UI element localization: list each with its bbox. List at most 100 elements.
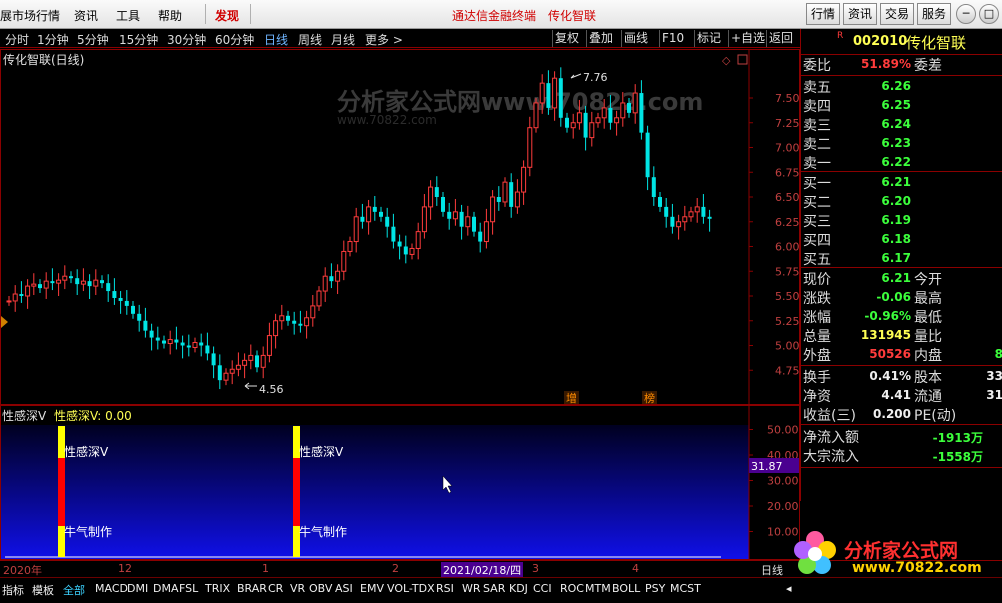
tab-asi[interactable]: ASI: [335, 582, 353, 595]
stat2-right-value: 31: [986, 388, 1002, 402]
candle-down: [701, 206, 706, 217]
back-button[interactable]: 返回: [766, 30, 795, 47]
tab-trix[interactable]: TRIX: [205, 582, 230, 595]
maximize-button[interactable]: □: [979, 4, 999, 24]
marker-bang[interactable]: 榜: [644, 391, 655, 404]
candlestick-chart[interactable]: 分析家公式网www.70822.com www.70822.com 传化智联(日…: [0, 49, 800, 405]
menu-tools[interactable]: 工具: [116, 7, 140, 24]
mark-button[interactable]: 标记: [694, 30, 723, 47]
price-tick-label: 7.50: [775, 92, 799, 105]
period-fenshi[interactable]: 分时: [5, 31, 29, 48]
minimize-button[interactable]: ─: [956, 4, 976, 24]
period-15min[interactable]: 15分钟: [119, 31, 158, 48]
tab-cr[interactable]: CR: [268, 582, 283, 595]
flow-row: 净流入额 -1913万: [801, 427, 1002, 446]
top-button-trade[interactable]: 交易: [880, 3, 915, 25]
add-watchlist-button[interactable]: +自选: [728, 30, 767, 47]
candle-down: [112, 291, 117, 298]
sell-level-price: 6.22: [881, 155, 911, 169]
tab-emv[interactable]: EMV: [360, 582, 384, 595]
candle-up: [409, 247, 415, 255]
candle-down: [118, 297, 123, 301]
period-5min[interactable]: 5分钟: [77, 31, 109, 48]
period-monthly[interactable]: 月线: [331, 31, 355, 48]
tab-all[interactable]: 全部: [63, 582, 85, 598]
indicator-panel[interactable]: 性感深V 性感深V: 0.00 性感深V 牛气制作 性感深V 牛气制作 50.00 40…: [0, 405, 800, 560]
candle-up: [192, 342, 198, 348]
candle-down: [360, 216, 365, 222]
period-1min[interactable]: 1分钟: [37, 31, 69, 48]
tab-fsl[interactable]: FSL: [179, 582, 198, 595]
price-tick-label: 7.00: [775, 142, 799, 155]
tab-kdj[interactable]: KDJ: [509, 582, 528, 595]
stock-header: R 002010 传化智联: [801, 31, 1002, 53]
top-button-market[interactable]: 行情: [806, 3, 841, 25]
candle-up: [483, 221, 489, 243]
marker-zeng[interactable]: 增: [566, 391, 577, 404]
candle-down: [149, 330, 154, 338]
tab-vol-tdx[interactable]: VOL-TDX: [387, 582, 435, 595]
stock-name[interactable]: 传化智联: [906, 32, 966, 53]
candle-down: [379, 211, 383, 217]
candle-up: [229, 368, 235, 374]
stock-code[interactable]: 002010: [853, 34, 907, 49]
candle-down: [50, 281, 55, 284]
tab-sar[interactable]: SAR: [483, 582, 505, 595]
sell-level-label: 卖一: [803, 156, 831, 172]
tab-cci[interactable]: CCI: [533, 582, 552, 595]
stat2-right-label: 流通: [914, 389, 942, 405]
stat2-value: 0.41%: [869, 369, 911, 383]
tab-boll[interactable]: BOLL: [612, 582, 640, 595]
top-button-service[interactable]: 服务: [917, 3, 952, 25]
tab-brar[interactable]: BRAR: [237, 582, 267, 595]
candle-down: [658, 197, 662, 207]
period-30min[interactable]: 30分钟: [167, 31, 206, 48]
candle-down: [496, 197, 501, 202]
tab-mcst[interactable]: MCST: [670, 582, 701, 595]
menu-market[interactable]: 展市场行情: [0, 7, 60, 24]
f10-button[interactable]: F10: [659, 30, 686, 47]
menu-news[interactable]: 资讯: [74, 7, 98, 24]
candlestick-svg[interactable]: 分析家公式网www.70822.com www.70822.com 传化智联(日…: [1, 50, 799, 404]
high-arrow-icon: [570, 73, 582, 79]
buy-level-price: 6.19: [881, 213, 911, 227]
tab-psy[interactable]: PSY: [645, 582, 665, 595]
candle-up: [601, 107, 607, 119]
tab-roc[interactable]: ROC: [560, 582, 584, 595]
period-60min[interactable]: 60分钟: [215, 31, 254, 48]
candle-down: [174, 339, 179, 343]
scroll-left-icon[interactable]: [1, 316, 8, 328]
tab-rsi[interactable]: RSI: [436, 582, 454, 595]
candle-up: [80, 280, 86, 285]
top-button-news[interactable]: 资讯: [843, 3, 878, 25]
tab-macd[interactable]: MACD: [95, 582, 128, 595]
price-tick-label: 4.75: [775, 364, 799, 377]
draw-line-button[interactable]: 画线: [621, 30, 650, 47]
tab-wr[interactable]: WR: [462, 582, 481, 595]
tab-dmi[interactable]: DMI: [127, 582, 148, 595]
candle-up: [552, 77, 558, 109]
tab-indicator[interactable]: 指标: [2, 582, 24, 598]
menu-help[interactable]: 帮助: [158, 7, 182, 24]
fuquan-button[interactable]: 复权: [552, 30, 581, 47]
indicator-bar-mid: [58, 458, 65, 526]
tab-vr[interactable]: VR: [290, 582, 305, 595]
window-stock-name: 传化智联: [548, 9, 597, 23]
price-tick-label: 7.25: [775, 117, 799, 130]
period-weekly[interactable]: 周线: [298, 31, 322, 48]
tab-obv[interactable]: OBV: [309, 582, 332, 595]
overlay-button[interactable]: 叠加: [586, 30, 615, 47]
chart-maximize-icon[interactable]: [737, 54, 748, 65]
chart-diamond-icon[interactable]: ◇: [722, 54, 731, 67]
tab-template[interactable]: 模板: [32, 582, 54, 598]
indicator-svg[interactable]: 性感深V牛气制作性感深V牛气制作 50.0040.0030.0020.0010.…: [1, 406, 799, 559]
tab-dma[interactable]: DMA: [153, 582, 179, 595]
period-more[interactable]: 更多 >: [365, 31, 403, 48]
period-daily[interactable]: 日线: [264, 31, 288, 48]
candle-down: [199, 342, 204, 346]
menu-discover[interactable]: 发现: [215, 7, 239, 24]
period-indicator[interactable]: 日线: [761, 562, 783, 578]
candle-up: [31, 283, 37, 287]
tab-scroll-left-icon[interactable]: ◂: [786, 582, 792, 595]
tab-mtm[interactable]: MTM: [585, 582, 611, 595]
